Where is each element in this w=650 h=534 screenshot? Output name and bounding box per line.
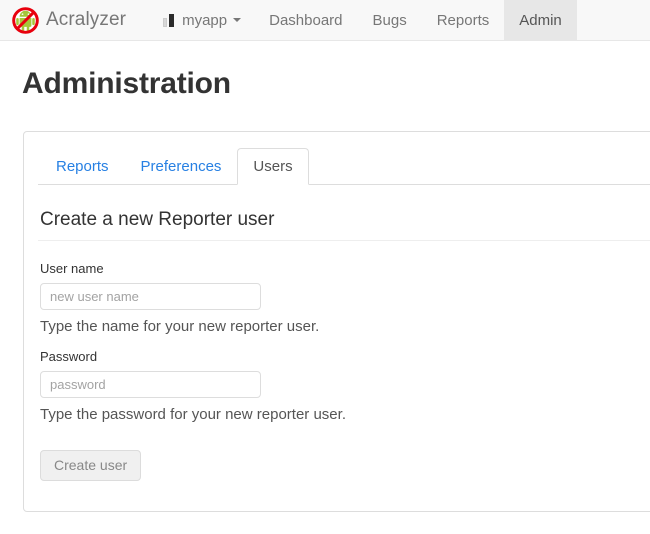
password-input[interactable] (40, 370, 261, 398)
nav-item-dashboard[interactable]: Dashboard (254, 0, 357, 40)
tab-reports[interactable]: Reports (40, 148, 125, 185)
top-navbar: Acralyzer myapp Dashboard Bugs Reports A… (0, 0, 650, 41)
app-selector-label: myapp (182, 11, 228, 29)
password-label: Password (40, 349, 98, 365)
nav-item-reports[interactable]: Reports (422, 0, 505, 40)
tab-users[interactable]: Users (237, 148, 309, 185)
page-content: Administration Reports Preferences Users… (0, 41, 650, 513)
caret-down-icon (233, 18, 242, 22)
app-selector-dropdown[interactable]: myapp (148, 0, 254, 40)
nav-item-admin[interactable]: Admin (504, 0, 577, 40)
create-user-button[interactable]: Create user (40, 450, 142, 482)
password-group: Password Type the password for your new … (40, 349, 650, 424)
password-help: Type the password for your new reporter … (40, 405, 346, 423)
bar-chart-icon (163, 13, 175, 27)
android-prohibited-icon (12, 6, 39, 34)
admin-panel: Reports Preferences Users Create a new R… (23, 131, 650, 513)
section-title: Create a new Reporter user (38, 185, 650, 241)
navbar-links: myapp Dashboard Bugs Reports Admin (148, 0, 577, 40)
tab-preferences[interactable]: Preferences (125, 148, 238, 185)
page-title: Administration (22, 67, 231, 100)
create-user-form: User name Type the name for your new rep… (38, 241, 650, 482)
brand-link[interactable]: Acralyzer (0, 0, 136, 40)
user-name-input[interactable] (40, 282, 261, 310)
brand-label: Acralyzer (46, 8, 127, 30)
admin-tab-bar: Reports Preferences Users (38, 148, 650, 185)
nav-item-bugs[interactable]: Bugs (358, 0, 422, 40)
user-name-group: User name Type the name for your new rep… (40, 261, 650, 336)
user-name-help: Type the name for your new reporter user… (40, 317, 320, 335)
user-name-label: User name (40, 261, 104, 276)
